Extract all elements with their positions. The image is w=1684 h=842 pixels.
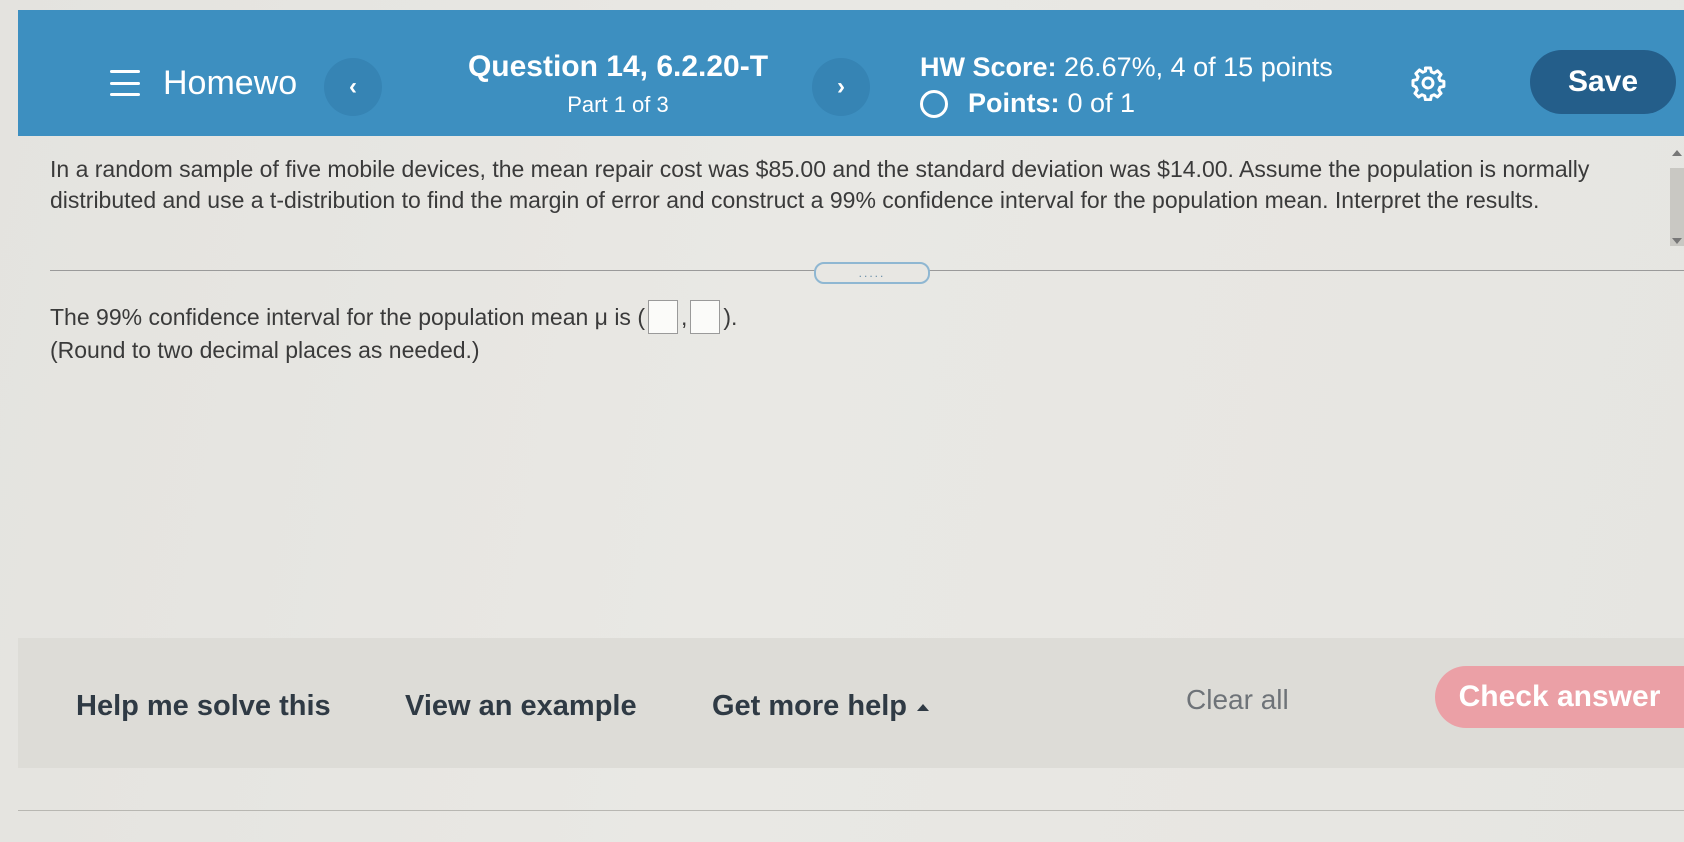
points-value: 0 of 1 — [1067, 88, 1136, 118]
question-title: Question 14, 6.2.20-T — [467, 50, 769, 83]
question-part: Part 1 of 3 — [567, 92, 669, 117]
points-label: Points: — [968, 88, 1060, 118]
screen: Homewo ‹ Question 14, 6.2.20-T Part 1 of… — [0, 0, 1684, 842]
rounding-instruction: (Round to two decimal places as needed.) — [50, 337, 480, 363]
pane-resize-handle[interactable]: ..... — [814, 262, 930, 284]
scrollbar-thumb[interactable] — [1670, 168, 1684, 246]
get-more-help-button[interactable]: Get more help — [712, 690, 929, 723]
homework-title: Homewo — [163, 64, 298, 102]
status-circle-icon — [920, 89, 948, 118]
chevron-left-icon: ‹ — [349, 73, 357, 100]
footer-toolbar: Help me solve this View an example Get m… — [18, 638, 1684, 768]
save-button[interactable]: Save — [1530, 50, 1676, 114]
get-more-help-label: Get more help — [712, 690, 907, 722]
answer-prefix-text: The 99% confidence interval for the popu… — [50, 303, 645, 330]
lower-bound-input[interactable] — [647, 300, 678, 334]
scroll-up-icon[interactable] — [1672, 150, 1682, 156]
scroll-down-icon[interactable] — [1672, 238, 1682, 244]
answer-prompt: The 99% confidence interval for the popu… — [50, 300, 737, 334]
caret-up-icon — [917, 703, 929, 711]
problem-statement: In a random sample of five mobile device… — [50, 156, 1590, 213]
chevron-right-icon: › — [837, 73, 845, 100]
hw-score-value: 26.67%, 4 of 15 points — [1064, 52, 1333, 82]
upper-bound-input[interactable] — [690, 300, 721, 334]
bottom-divider — [18, 810, 1684, 811]
view-example-button[interactable]: View an example — [405, 690, 637, 723]
gear-icon[interactable] — [1410, 65, 1446, 101]
hw-score: HW Score: 26.67%, 4 of 15 points — [920, 52, 1333, 83]
points-status: Points: 0 of 1 — [920, 88, 1135, 119]
header-bar: Homewo ‹ Question 14, 6.2.20-T Part 1 of… — [18, 10, 1684, 136]
help-me-solve-button[interactable]: Help me solve this — [76, 690, 331, 723]
previous-question-button[interactable]: ‹ — [324, 58, 382, 116]
hw-score-label: HW Score: — [920, 52, 1057, 82]
next-question-button[interactable]: › — [812, 58, 870, 116]
answer-suffix-text: ). — [723, 303, 738, 330]
clear-all-button[interactable]: Clear all — [1186, 684, 1289, 716]
check-answer-button[interactable]: Check answer — [1435, 666, 1684, 728]
hamburger-menu-icon[interactable] — [110, 70, 140, 96]
answer-separator: , — [680, 303, 688, 330]
